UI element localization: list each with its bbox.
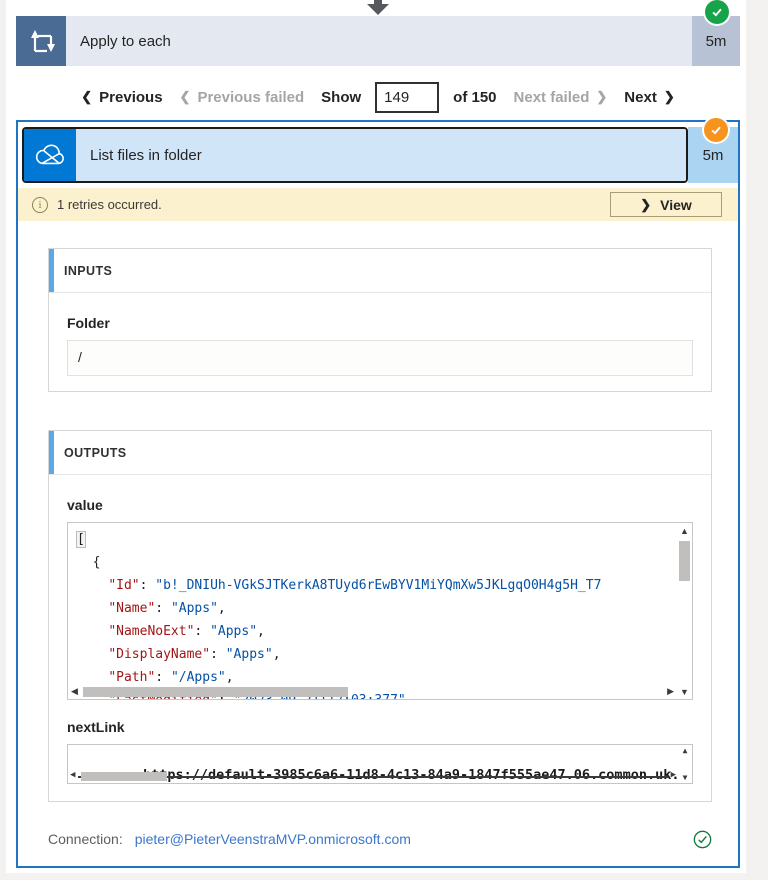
- view-retries-button[interactable]: ❯ View: [610, 192, 722, 217]
- value-json-viewer[interactable]: [ { "Id": "b!_DNIUh-VGkSJTKerkA8TUyd6rEw…: [67, 522, 693, 700]
- iteration-number-input[interactable]: [375, 82, 439, 113]
- previous-label: Previous: [99, 89, 162, 106]
- previous-failed-label: Previous failed: [197, 89, 304, 106]
- next-button[interactable]: Next ❯: [624, 89, 674, 106]
- outputs-header-label: OUTPUTS: [64, 446, 127, 460]
- scrollbar-thumb[interactable]: [679, 541, 690, 581]
- scroll-up-icon[interactable]: ▲: [677, 526, 692, 536]
- scroll-right-icon[interactable]: ▶: [671, 770, 676, 780]
- scrollbar-thumb[interactable]: [81, 772, 167, 781]
- apply-to-each-title: Apply to each: [66, 16, 692, 66]
- horizontal-scrollbar[interactable]: ◀ ▶: [68, 685, 677, 699]
- connection-account-link[interactable]: pieter@PieterVeenstraMVP.onmicrosoft.com: [135, 831, 411, 847]
- action-title: List files in folder: [76, 129, 686, 181]
- outputs-header: OUTPUTS: [49, 431, 711, 475]
- retry-banner: i 1 retries occurred. ❯ View: [18, 188, 738, 221]
- list-files-action-card: List files in folder 5m i 1 retries occu…: [16, 120, 740, 868]
- horizontal-scrollbar[interactable]: ◀ ▶: [68, 770, 678, 782]
- page-bottom-margin: [0, 873, 768, 880]
- chevron-right-icon: ❯: [664, 89, 675, 105]
- inputs-header: INPUTS: [49, 249, 711, 293]
- chevron-right-icon: ❯: [596, 89, 607, 105]
- scroll-right-icon[interactable]: ▶: [667, 686, 674, 697]
- of-total-label: of 150: [453, 89, 496, 106]
- scroll-down-icon[interactable]: ▼: [677, 687, 692, 697]
- nextlink-viewer[interactable]: https://default-3985c6a6-11d8-4c13-84a9-…: [67, 744, 693, 784]
- info-icon: i: [32, 197, 48, 213]
- vertical-scrollbar[interactable]: ▲ ▼: [678, 745, 692, 783]
- chevron-right-icon: ❯: [640, 197, 651, 213]
- onedrive-cloud-icon: [24, 129, 76, 181]
- view-label: View: [660, 197, 692, 213]
- success-check-badge-icon: [705, 0, 729, 24]
- folder-value-field[interactable]: /: [67, 340, 693, 376]
- connection-row: Connection: pieter@PieterVeenstraMVP.onm…: [48, 824, 712, 854]
- folder-label: Folder: [67, 315, 693, 331]
- apply-to-each-loop-icon: [16, 16, 66, 66]
- connector-arrow-icon: [367, 0, 389, 15]
- retry-message: 1 retries occurred.: [57, 197, 162, 212]
- previous-failed-button[interactable]: ❮ Previous failed: [180, 89, 305, 106]
- vertical-scrollbar[interactable]: ▲ ▼: [677, 523, 692, 699]
- json-code: [ { "Id": "b!_DNIUh-VGkSJTKerkA8TUyd6rEw…: [68, 523, 692, 700]
- next-label: Next: [624, 89, 657, 106]
- next-failed-label: Next failed: [514, 89, 590, 106]
- inputs-header-label: INPUTS: [64, 264, 112, 278]
- scrollbar-thumb[interactable]: [83, 687, 348, 697]
- show-label: Show: [321, 89, 361, 106]
- next-failed-button[interactable]: Next failed ❯: [514, 89, 608, 106]
- previous-button[interactable]: ❮ Previous: [81, 89, 162, 106]
- inputs-panel: INPUTS Folder /: [48, 248, 712, 392]
- scroll-up-icon[interactable]: ▲: [678, 746, 692, 755]
- connection-valid-icon: [693, 830, 712, 849]
- chevron-left-icon: ❮: [81, 89, 92, 105]
- scroll-left-icon[interactable]: ◀: [70, 770, 75, 780]
- apply-to-each-header[interactable]: Apply to each 5m: [16, 16, 740, 66]
- page-left-margin: [0, 0, 6, 880]
- value-label: value: [67, 497, 693, 513]
- action-header[interactable]: List files in folder: [22, 127, 688, 183]
- outputs-panel: OUTPUTS value [ { "Id": "b!_DNIUh-VGkSJT…: [48, 430, 712, 802]
- nextlink-label: nextLink: [67, 719, 693, 735]
- warning-check-badge-icon: [704, 118, 728, 142]
- chevron-left-icon: ❮: [180, 89, 191, 105]
- page-right-margin: [746, 0, 768, 880]
- connection-label: Connection:: [48, 831, 123, 847]
- scroll-down-icon[interactable]: ▼: [678, 773, 692, 782]
- scroll-left-icon[interactable]: ◀: [71, 686, 78, 697]
- iteration-pagination: ❮ Previous ❮ Previous failed Show of 150…: [16, 80, 740, 114]
